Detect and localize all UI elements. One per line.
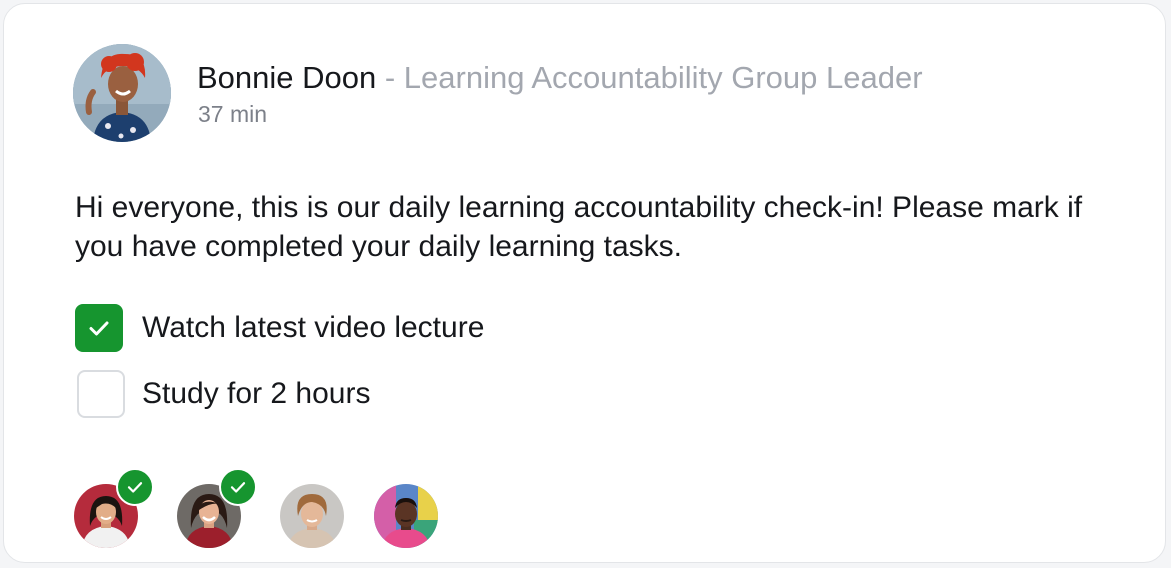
post-header: Bonnie Doon - Learning Accountability Gr… [197,60,923,96]
author-name[interactable]: Bonnie Doon [197,60,376,95]
post-message: Hi everyone, this is our daily learning … [75,191,1083,263]
participant-avatar-4[interactable] [374,484,438,548]
task-item-study-hours[interactable]: Study for 2 hours [75,370,370,418]
task-label: Study for 2 hours [142,377,371,410]
author-avatar[interactable] [73,44,171,142]
check-icon [89,321,109,336]
task-label: Watch latest video lecture [142,311,485,344]
participant-avatar-3[interactable] [280,484,344,548]
task-checkbox-unchecked[interactable] [77,370,125,418]
completed-badge [116,468,154,506]
task-checkbox-checked[interactable] [75,304,123,352]
check-icon [127,482,143,493]
post-timestamp: 37 min [198,101,268,127]
check-icon [230,482,246,493]
post-card: Bonnie Doon - Learning Accountability Gr… [3,3,1166,563]
task-item-watch-lecture[interactable]: Watch latest video lecture [75,304,484,352]
completed-badge [219,468,257,506]
author-role: - Learning Accountability Group Leader [376,60,923,95]
